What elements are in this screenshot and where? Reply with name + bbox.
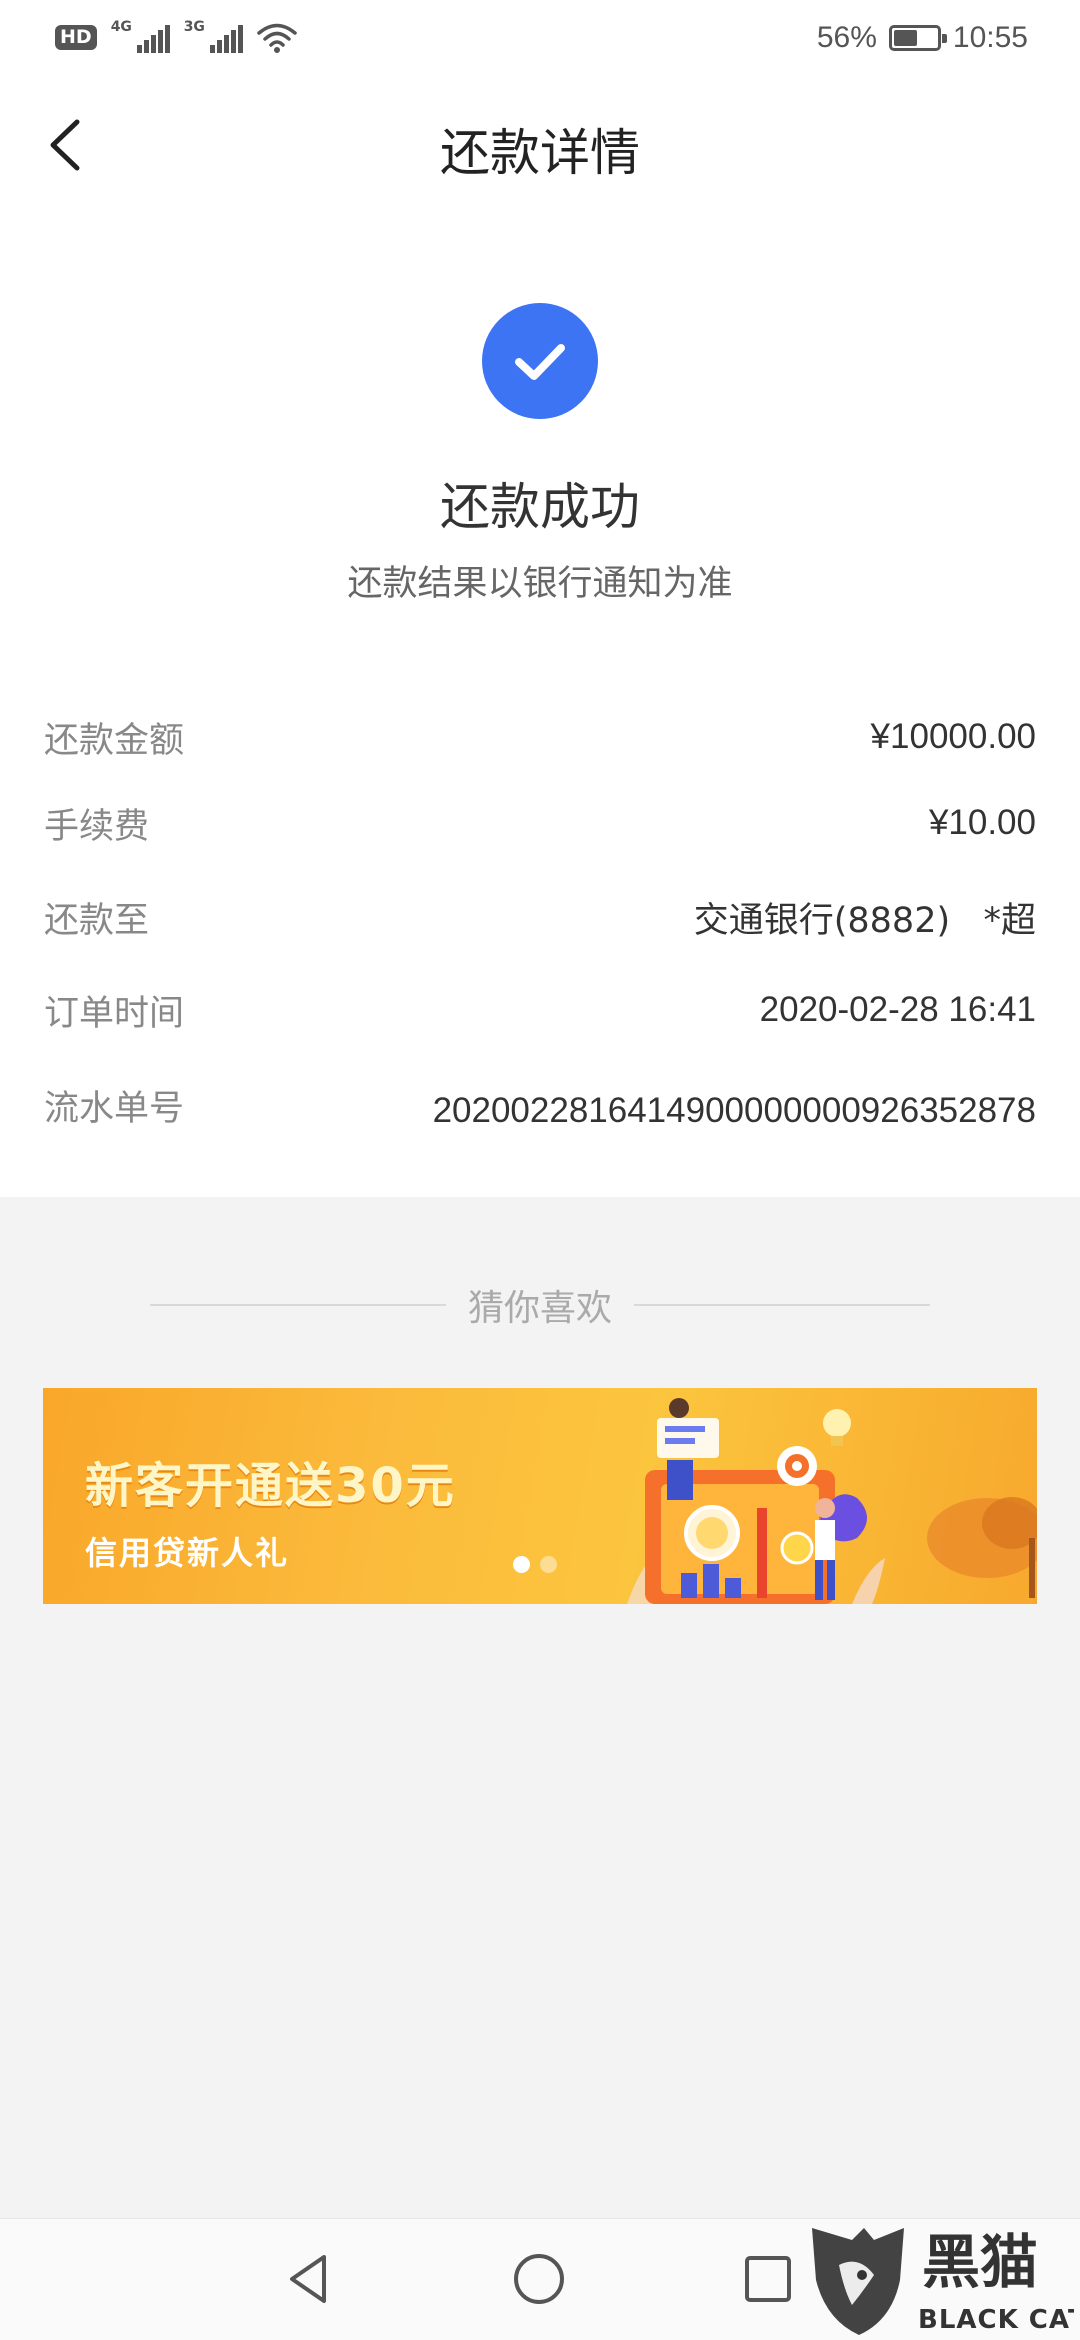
recent-square-icon <box>745 2256 791 2302</box>
watermark-english: BLACK CAT <box>918 2305 1074 2335</box>
recommend-header: 猜你喜欢 <box>150 1275 931 1335</box>
banner-subtitle: 信用贷新人礼 <box>85 1534 290 1572</box>
clock: 10:55 <box>952 20 1028 54</box>
checkmark-icon <box>515 344 565 380</box>
hd-badge: HD <box>55 25 97 50</box>
black-cat-watermark-logo: 黑猫 BLACK CAT <box>812 2228 1074 2335</box>
system-back-button[interactable] <box>280 2249 340 2309</box>
system-home-button[interactable] <box>509 2249 569 2309</box>
recommend-title: 猜你喜欢 <box>468 1288 613 1329</box>
signal-icon-sim2: 3G <box>184 19 243 53</box>
detail-label: 手续费 <box>44 806 150 847</box>
success-subtitle: 还款结果以银行通知为准 <box>347 564 733 604</box>
check-circle-icon <box>482 303 598 419</box>
signal-icon-sim1: 4G <box>111 19 170 53</box>
detail-row-fee: 手续费 ¥10.00 <box>44 793 1036 853</box>
wifi-icon <box>256 23 297 53</box>
detail-label: 还款至 <box>44 900 150 941</box>
detail-value: 2020022816414900000000926352878 <box>432 1091 1036 1130</box>
banner-illustration <box>627 1398 1037 1604</box>
home-circle-icon <box>514 2254 564 2304</box>
pagination-dot-active <box>513 1556 530 1573</box>
status-right: 56% 10:55 <box>817 21 1028 55</box>
detail-label: 流水单号 <box>44 1088 185 1129</box>
battery-percent: 56% <box>816 20 877 54</box>
detail-row-serial-number: 流水单号 2020022816414900000000926352878 <box>44 1075 1036 1135</box>
detail-row-order-time: 订单时间 2020-02-28 16:41 <box>44 980 1036 1040</box>
page-title: 还款详情 <box>440 124 640 182</box>
detail-row-amount: 还款金额 ¥10000.00 <box>44 707 1036 767</box>
banner-pagination <box>513 1556 557 1573</box>
pagination-dot <box>540 1556 557 1573</box>
detail-label: 订单时间 <box>44 993 185 1034</box>
network-type-sim1: 4G <box>110 18 132 35</box>
detail-label: 还款金额 <box>44 720 185 761</box>
network-type-sim2: 3G <box>183 18 205 35</box>
payment-result-card: 还款成功 还款结果以银行通知为准 还款金额 ¥10000.00 手续费 ¥10.… <box>0 215 1080 1197</box>
nav-bar: 还款详情 <box>0 75 1080 215</box>
watermark-chinese: 黑猫 <box>922 2228 1038 2296</box>
detail-value: 2020-02-28 16:41 <box>759 990 1036 1029</box>
success-title: 还款成功 <box>440 478 640 536</box>
detail-value: ¥10.00 <box>928 803 1036 842</box>
status-bar: HD 4G 3G 56% 10:55 <box>0 0 1080 75</box>
system-recent-apps-button[interactable] <box>738 2249 798 2309</box>
battery-fill <box>893 29 918 46</box>
back-triangle-icon <box>290 2255 326 2303</box>
detail-row-repay-to: 还款至 交通银行(8882) *超 <box>44 887 1036 947</box>
promo-banner[interactable]: 新客开通送30元 信用贷新人礼 <box>43 1388 1037 1604</box>
banner-title: 新客开通送30元 <box>85 1458 456 1514</box>
detail-value: ¥10000.00 <box>870 717 1036 756</box>
battery-icon <box>888 24 947 51</box>
divider <box>150 1304 446 1306</box>
divider <box>634 1304 931 1306</box>
detail-value: 交通银行(8882) *超 <box>693 900 1036 941</box>
status-left: HD 4G 3G <box>55 19 297 54</box>
